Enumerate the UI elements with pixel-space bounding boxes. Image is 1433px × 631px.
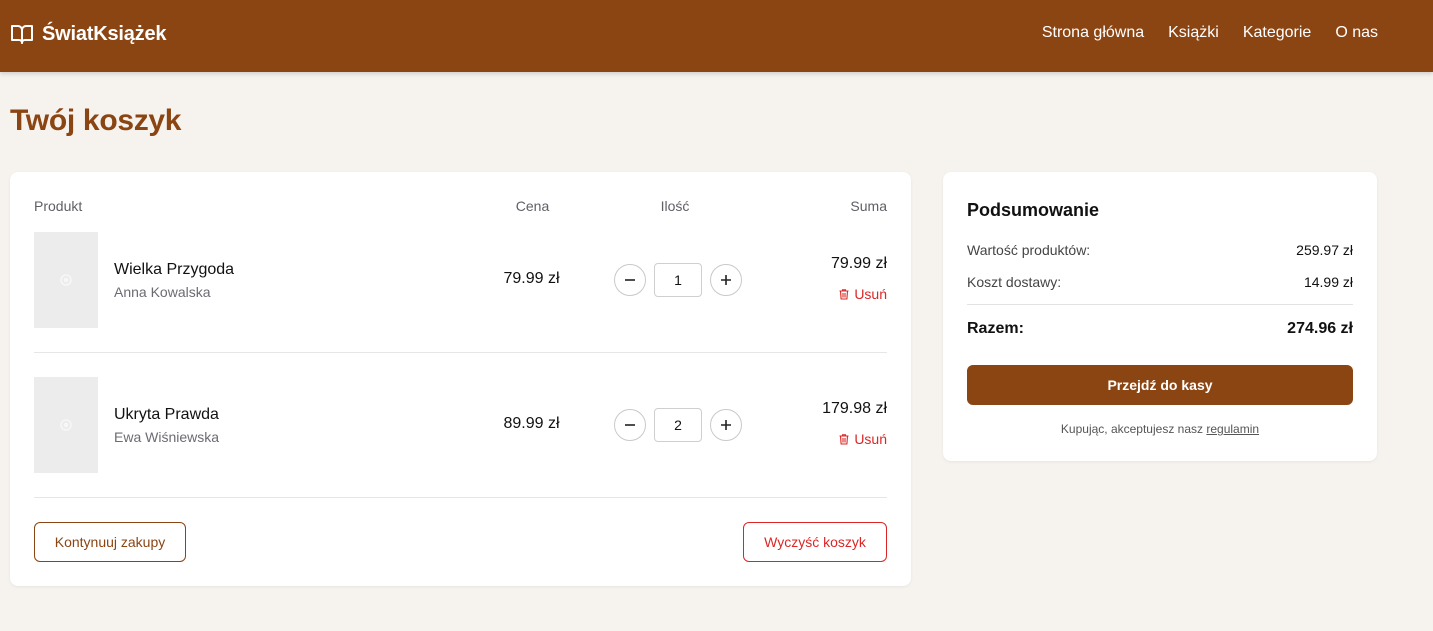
products-value-amount: 259.97 zł — [1296, 242, 1353, 258]
order-total-label: Razem: — [967, 320, 1024, 337]
plus-icon — [721, 420, 731, 430]
nav-link-books[interactable]: Książki — [1168, 23, 1219, 43]
loading-spinner-icon — [60, 274, 72, 286]
shipping-cost-amount: 14.99 zł — [1303, 274, 1353, 290]
increase-quantity-button[interactable] — [710, 409, 742, 441]
shipping-cost-label: Koszt dostawy: — [967, 274, 1062, 290]
continue-shopping-button[interactable]: Kontynuuj zakupy — [34, 522, 186, 562]
main-nav: Strona główna Książki Kategorie O nas — [1042, 23, 1378, 43]
order-summary-panel: Podsumowanie Wartość produktów: 259.97 z… — [943, 172, 1377, 461]
minus-icon — [625, 279, 635, 281]
cart-panel: Produkt Cena Ilość Suma Wielka Przygoda … — [10, 172, 911, 586]
products-value-line: Wartość produktów: 259.97 zł — [967, 242, 1353, 258]
item-title[interactable]: Ukryta Prawda — [114, 405, 219, 425]
nav-link-categories[interactable]: Kategorie — [1243, 23, 1312, 43]
item-price: 89.99 zł — [503, 415, 560, 432]
item-price: 79.99 zł — [503, 270, 560, 287]
item-total: 179.98 zł — [822, 400, 887, 417]
brand-name: ŚwiatKsiążek — [42, 22, 167, 45]
item-author: Anna Kowalska — [114, 284, 211, 300]
remove-item-button[interactable]: Usuń — [838, 286, 887, 302]
item-total: 79.99 zł — [830, 255, 887, 272]
terms-text: Kupując, akceptujesz nasz — [1060, 422, 1204, 436]
loading-spinner-icon — [60, 419, 72, 431]
nav-link-about[interactable]: O nas — [1335, 23, 1378, 43]
page-title: Twój koszyk — [10, 104, 182, 137]
remove-label: Usuń — [854, 286, 887, 302]
cart-item-row: Ukryta Prawda Ewa Wiśniewska 89.99 zł 17… — [34, 377, 887, 498]
order-total-amount: 274.96 zł — [1287, 320, 1353, 337]
increase-quantity-button[interactable] — [710, 264, 742, 296]
clear-cart-button[interactable]: Wyczyść koszyk — [743, 522, 887, 562]
shipping-cost-line: Koszt dostawy: 14.99 zł — [967, 274, 1353, 290]
quantity-input[interactable] — [654, 408, 702, 442]
remove-item-button[interactable]: Usuń — [838, 431, 887, 447]
checkout-button[interactable]: Przejdź do kasy — [967, 365, 1353, 405]
terms-notice: Kupując, akceptujesz nasz regulamin — [967, 422, 1353, 436]
quantity-input[interactable] — [654, 263, 702, 297]
item-author: Ewa Wiśniewska — [114, 429, 220, 445]
decrease-quantity-button[interactable] — [614, 409, 646, 441]
nav-link-home[interactable]: Strona główna — [1042, 23, 1144, 43]
book-cover-placeholder — [34, 232, 98, 328]
plus-icon — [721, 275, 731, 285]
item-title[interactable]: Wielka Przygoda — [114, 260, 234, 280]
quantity-stepper — [614, 263, 744, 297]
brand-logo[interactable]: ŚwiatKsiążek — [10, 21, 167, 47]
minus-icon — [625, 424, 635, 426]
summary-title: Podsumowanie — [967, 200, 1100, 220]
products-value-label: Wartość produktów: — [967, 242, 1091, 258]
site-header: ŚwiatKsiążek Strona główna Książki Kateg… — [0, 0, 1433, 72]
order-total-line: Razem: 274.96 zł — [967, 319, 1353, 339]
column-header-quantity: Ilość — [660, 198, 690, 214]
decrease-quantity-button[interactable] — [614, 264, 646, 296]
column-header-price: Cena — [515, 198, 550, 214]
book-cover-placeholder — [34, 377, 98, 473]
open-book-icon — [11, 25, 33, 44]
cart-item-row: Wielka Przygoda Anna Kowalska 79.99 zł 7… — [34, 232, 887, 353]
trash-icon — [839, 434, 849, 445]
column-header-product: Produkt — [34, 198, 83, 214]
trash-icon — [839, 289, 849, 300]
column-header-total: Suma — [850, 198, 887, 214]
remove-label: Usuń — [854, 431, 887, 447]
summary-divider — [967, 304, 1353, 305]
quantity-stepper — [614, 408, 744, 442]
terms-link[interactable]: regulamin — [1206, 422, 1259, 436]
